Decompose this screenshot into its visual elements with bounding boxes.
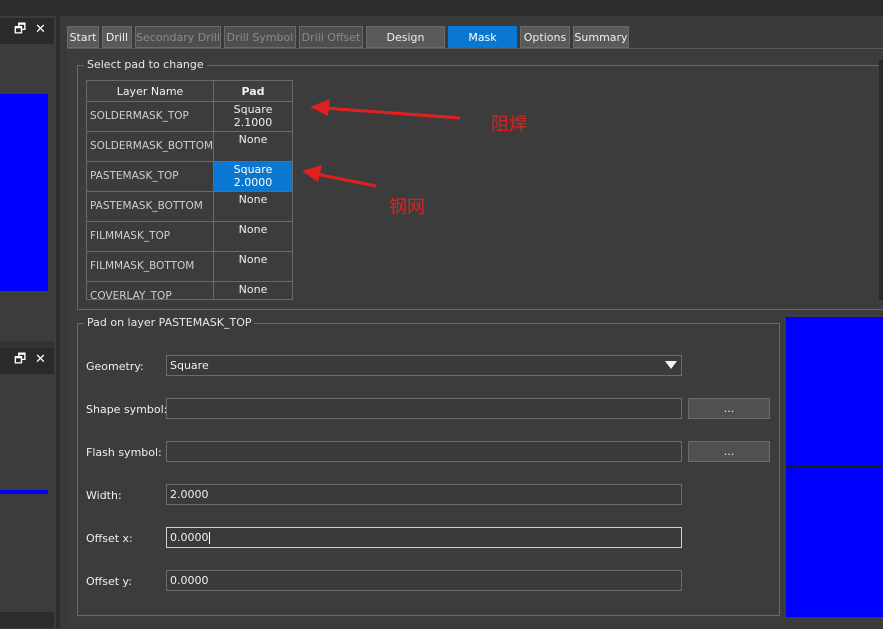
offset-x-input[interactable]: 0.0000 [166,527,682,548]
top-bar [0,0,883,16]
layer-name-cell: SOLDERMASK_TOP [87,102,214,131]
flash-symbol-label: Flash symbol: [86,446,162,459]
vertical-scrollbar[interactable] [879,60,883,300]
dock-splitter[interactable] [0,341,54,348]
dock-panel-2-line [0,490,48,494]
annotation-paste-mask: 钢网 [389,197,425,218]
offset-y-label: Offset y: [86,575,132,588]
tab-drill-offset: Drill Offset [299,26,363,48]
dock-panel-1-preview [0,94,48,291]
column-header-pad[interactable]: Pad [214,81,292,102]
pad-cell-selected[interactable]: Square 2.0000 [214,162,292,191]
layer-name-cell: FILMMASK_BOTTOM [87,252,214,281]
text-cursor [208,532,210,544]
flash-symbol-input[interactable] [166,441,682,462]
tab-design-layers[interactable]: Design Layers [366,26,445,66]
shape-symbol-input[interactable] [166,398,682,419]
table-row[interactable]: FILMMASK_TOP None [87,222,292,252]
tab-drill[interactable]: Drill [102,26,132,48]
tab-summary[interactable]: Summary [573,26,629,48]
table-row[interactable]: COVERLAY_TOP None [87,282,292,299]
close-icon[interactable]: ✕ [35,352,46,368]
pad-preview-top [786,317,883,466]
layer-name-cell: PASTEMASK_BOTTOM [87,192,214,221]
pad-preview-bottom [786,468,883,617]
layer-name-cell: COVERLAY_TOP [87,282,214,299]
chevron-down-icon [665,361,677,369]
width-label: Width: [86,489,122,502]
table-row[interactable]: SOLDERMASK_BOTTOM None [87,132,292,162]
geometry-select[interactable]: Square [166,355,682,376]
dock-panel-1-body [0,44,54,94]
tab-secondary-drill: Secondary Drill [135,26,221,48]
dock-panel-1-header: 🗗 ✕ [0,18,54,44]
column-header-layer-name[interactable]: Layer Name [87,81,214,102]
pad-cell[interactable]: None [214,132,292,161]
table-row[interactable]: FILMMASK_BOTTOM None [87,252,292,282]
pad-cell[interactable]: None [214,282,292,299]
tab-drill-symbol: Drill Symbol [224,26,296,48]
dock-panel-1-bottom [0,291,54,341]
offset-y-input[interactable]: 0.0000 [166,570,682,591]
restore-icon[interactable]: 🗗 [14,22,26,38]
select-pad-title: Select pad to change [84,58,207,71]
table-row[interactable]: SOLDERMASK_TOP Square 2.1000 [87,102,292,132]
restore-icon[interactable]: 🗗 [14,352,26,368]
dock-footer [0,612,54,628]
geometry-value: Square [170,359,209,372]
pad-on-layer-title: Pad on layer PASTEMASK_TOP [84,316,255,329]
shape-symbol-label: Shape symbol: [86,403,168,416]
close-icon[interactable]: ✕ [35,22,46,38]
offset-x-value: 0.0000 [170,531,209,544]
table-row[interactable]: PASTEMASK_TOP Square 2.0000 [87,162,292,192]
arrow-paste-icon [302,165,377,188]
width-input[interactable]: 2.0000 [166,484,682,505]
offset-x-label: Offset x: [86,532,133,545]
pad-cell[interactable]: None [214,192,292,221]
geometry-label: Geometry: [86,360,144,373]
pad-cell[interactable]: None [214,252,292,281]
pad-cell[interactable]: Square 2.1000 [214,102,292,131]
pad-cell[interactable]: None [214,222,292,251]
pad-table: Layer Name Pad SOLDERMASK_TOP Square 2.1… [86,80,293,300]
arrow-solder-icon [310,99,461,120]
layer-name-cell: SOLDERMASK_BOTTOM [87,132,214,161]
annotation-solder-mask: 阻焊 [491,114,527,135]
layer-name-cell: PASTEMASK_TOP [87,162,214,191]
layer-name-cell: FILMMASK_TOP [87,222,214,251]
flash-symbol-browse-button[interactable]: ... [688,441,770,462]
annotation-arrows [302,99,461,188]
tab-start[interactable]: Start [67,26,99,48]
tab-options[interactable]: Options [520,26,570,48]
table-row[interactable]: PASTEMASK_BOTTOM None [87,192,292,222]
tab-mask-layers[interactable]: Mask Layers [448,26,517,66]
dock-panel-2-header: 🗗 ✕ [0,348,54,374]
shape-symbol-browse-button[interactable]: ... [688,398,770,419]
